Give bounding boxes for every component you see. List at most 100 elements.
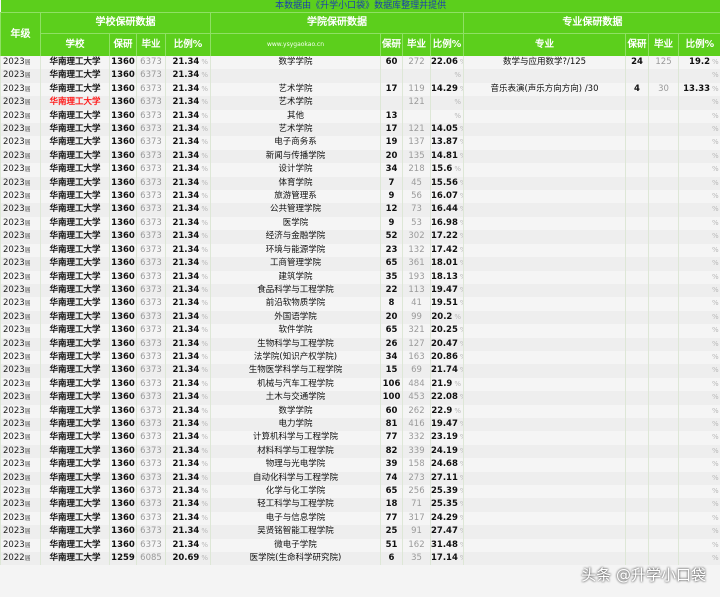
college-baoyan-cell: 60 — [380, 56, 403, 70]
college-baoyan-cell: 7 — [380, 176, 403, 191]
percent-sign: % — [460, 85, 464, 93]
school-baoyan-cell: 1360 — [109, 444, 137, 459]
school-baoyan-cell: 1360 — [109, 257, 137, 271]
college-cell: 食品科学与工程学院 — [210, 283, 381, 298]
major-cell: 数学与应用数学?/125 — [463, 56, 626, 70]
percent-sign: % — [454, 379, 461, 388]
percent-sign: % — [201, 205, 208, 214]
school-baoyan-cell: 1360 — [109, 243, 137, 258]
major-biye-cell — [648, 149, 679, 164]
major-header: 专业 — [463, 33, 626, 56]
college-ratio-cell: 15.6% — [430, 163, 464, 177]
school-ratio-cell: 21.34% — [165, 458, 211, 472]
college-ratio-cell: 20.2% — [430, 310, 464, 325]
school-biye-cell: 6373 — [136, 511, 166, 526]
college-baoyan-cell — [380, 96, 403, 110]
percent-sign: % — [201, 272, 208, 281]
major-biye-cell — [648, 377, 679, 392]
percent-sign: % — [712, 487, 719, 495]
major-biye-cell — [648, 538, 679, 553]
major-ratio-cell: % — [677, 350, 720, 365]
college-cell: 艺术学院 — [210, 96, 381, 110]
percent-sign: % — [460, 447, 464, 455]
year-cell: 2023届 — [0, 270, 41, 284]
percent-sign: % — [712, 245, 719, 254]
college-biye-cell: 302 — [402, 230, 431, 244]
percent-sign: % — [454, 98, 461, 107]
school-baoyan-cell: 1360 — [109, 324, 137, 338]
major-biye-header: 毕业 — [648, 33, 679, 56]
major-group-header: 专业保研数据 — [462, 12, 720, 34]
college-biye-cell: 256 — [402, 485, 431, 499]
school-cell: 华南理工大学 — [40, 471, 110, 485]
school-cell: 华南理工大学 — [40, 498, 110, 512]
baoyan-table: 本数据由《升学小口袋》数据库整理并提供 年级 学校保研数据 学院保研数据 专业保… — [0, 0, 720, 566]
college-cell: 轻工科学与工程学院 — [210, 498, 381, 512]
school-ratio-cell: 21.34% — [165, 391, 211, 405]
school-ratio-cell: 21.34% — [165, 163, 211, 177]
college-baoyan-cell: 51 — [380, 538, 403, 553]
major-cell — [463, 498, 626, 512]
college-biye-cell: 321 — [402, 324, 431, 338]
major-baoyan-cell: 4 — [625, 82, 649, 97]
table-row: 2023届 华南理工大学 1360 6373 21.34% 环境与能源学院 23 132 17.… — [0, 243, 720, 258]
college-ratio-cell: 20.47% — [430, 337, 464, 351]
percent-sign: % — [460, 286, 464, 294]
college-ratio-cell: 25.35% — [430, 498, 464, 512]
percent-sign: % — [460, 487, 464, 495]
major-biye-cell — [648, 216, 679, 231]
school-biye-cell: 6373 — [136, 297, 166, 311]
major-biye-cell — [648, 283, 679, 298]
year-cell: 2023届 — [0, 364, 41, 378]
college-baoyan-cell: 100 — [380, 391, 403, 405]
college-baoyan-cell: 17 — [380, 82, 403, 97]
major-ratio-cell: % — [677, 364, 720, 378]
year-cell: 2023届 — [0, 431, 41, 445]
college-biye-cell: 484 — [402, 377, 431, 392]
school-ratio-cell: 21.34% — [165, 216, 211, 231]
school-biye-cell: 6373 — [136, 69, 166, 83]
major-baoyan-cell — [625, 190, 649, 204]
major-ratio-cell: % — [677, 391, 720, 405]
percent-sign: % — [712, 299, 719, 308]
college-ratio-cell: 14.05% — [430, 123, 464, 137]
percent-sign: % — [460, 326, 464, 334]
major-biye-cell — [648, 324, 679, 338]
percent-sign: % — [201, 178, 208, 187]
college-ratio-cell: 18.01% — [430, 257, 464, 271]
school-ratio-cell: 21.34% — [165, 485, 211, 499]
major-ratio-cell: % — [677, 417, 720, 432]
percent-sign: % — [460, 474, 464, 482]
school-baoyan-cell: 1360 — [109, 350, 137, 365]
college-ratio-cell: 17.42% — [430, 243, 464, 258]
major-baoyan-cell — [625, 364, 649, 378]
percent-sign: % — [712, 419, 719, 428]
table-row: 2023届 华南理工大学 1360 6373 21.34% 吴贤铭智能工程学院 25 91 27… — [0, 525, 720, 539]
major-baoyan-cell — [625, 324, 649, 338]
percent-sign: % — [712, 285, 719, 294]
college-biye-cell: 416 — [402, 417, 431, 432]
major-ratio-cell: % — [677, 310, 720, 325]
college-biye-cell: 158 — [402, 458, 431, 472]
percent-sign: % — [201, 285, 208, 294]
major-biye-cell — [648, 364, 679, 378]
school-biye-cell: 6373 — [136, 136, 166, 150]
major-baoyan-cell — [625, 337, 649, 351]
school-cell: 华南理工大学 — [40, 350, 110, 365]
college-ratio-cell: 15.56% — [430, 176, 464, 191]
school-ratio-cell: 21.34% — [165, 136, 211, 150]
college-cell: 经济与金融学院 — [210, 230, 381, 244]
major-biye-cell — [648, 163, 679, 177]
college-baoyan-cell: 106 — [380, 377, 403, 392]
college-site-header: www.ysygaokao.cn — [210, 33, 381, 56]
table-row: 2023届 华南理工大学 1360 6373 21.34% 土木与交通学院 100 453 22… — [0, 391, 720, 405]
percent-sign: % — [712, 151, 719, 160]
percent-sign: % — [201, 352, 208, 361]
college-cell: 微电子学院 — [210, 538, 381, 553]
major-cell — [463, 485, 626, 499]
college-baoyan-cell: 20 — [380, 310, 403, 325]
major-ratio-cell: % — [677, 149, 720, 164]
table-row: 2023届 华南理工大学 1360 6373 21.34% 法学院(知识产权学院) 34 16… — [0, 350, 720, 365]
percent-sign: % — [460, 138, 464, 146]
school-ratio-cell: 21.34% — [165, 270, 211, 284]
